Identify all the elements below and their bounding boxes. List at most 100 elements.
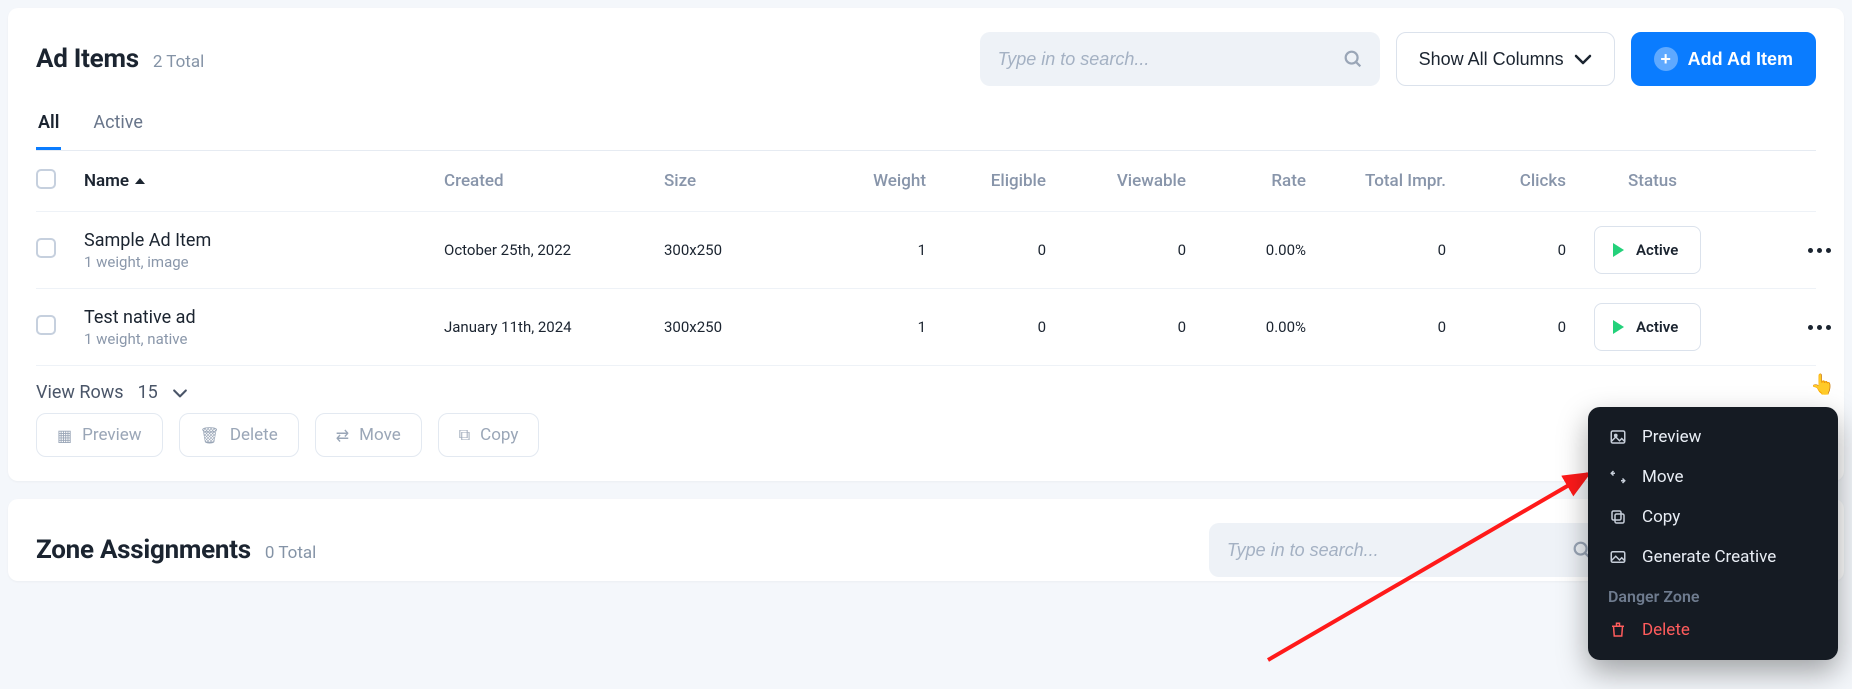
col-status[interactable]: Status: [1584, 171, 1784, 191]
picture-icon: [1608, 548, 1628, 566]
row-actions-button[interactable]: [1784, 325, 1852, 330]
move-icon: [1608, 468, 1628, 486]
status-pill[interactable]: Active: [1594, 226, 1701, 274]
search-input[interactable]: [996, 48, 1342, 71]
col-total-impr[interactable]: Total Impr.: [1324, 171, 1464, 191]
select-all-checkbox[interactable]: [36, 169, 56, 189]
move-icon: ⇄: [336, 426, 349, 445]
zone-title-block: Zone Assignments 0 Total: [36, 535, 316, 565]
row-title[interactable]: Sample Ad Item: [84, 230, 444, 251]
row-context-menu: Preview Move Copy Generate Creative Dang…: [1588, 407, 1838, 660]
col-viewable[interactable]: Viewable: [1064, 171, 1204, 191]
row-eligible: 0: [944, 241, 1064, 259]
col-eligible[interactable]: Eligible: [944, 171, 1064, 191]
row-weight: 1: [824, 318, 944, 336]
ctx-move[interactable]: Move: [1588, 457, 1838, 497]
bulk-delete-button[interactable]: 🗑 Delete: [179, 413, 299, 457]
col-created[interactable]: Created: [444, 171, 664, 191]
play-icon: [1613, 243, 1624, 257]
row-subtitle: 1 weight, native: [84, 330, 444, 348]
bulk-move-label: Move: [359, 425, 401, 445]
status-pill[interactable]: Active: [1594, 303, 1701, 351]
row-created: October 25th, 2022: [444, 241, 664, 259]
bulk-delete-label: Delete: [230, 425, 278, 445]
status-label: Active: [1636, 318, 1678, 336]
ad-items-title: Ad Items: [36, 44, 139, 74]
row-name-cell: Test native ad 1 weight, native: [84, 307, 444, 348]
add-ad-item-button[interactable]: + Add Ad Item: [1631, 32, 1816, 86]
bulk-copy-label: Copy: [480, 425, 518, 445]
row-checkbox[interactable]: [36, 315, 56, 335]
ad-items-header: Ad Items 2 Total Show All Columns + Add …: [36, 32, 1816, 86]
tab-active[interactable]: Active: [91, 112, 145, 150]
ctx-preview[interactable]: Preview: [1588, 417, 1838, 457]
row-total-impr: 0: [1324, 318, 1464, 336]
row-size: 300x250: [664, 318, 824, 336]
ctx-generate-label: Generate Creative: [1642, 547, 1776, 567]
add-ad-item-label: Add Ad Item: [1688, 49, 1793, 70]
row-size: 300x250: [664, 241, 824, 259]
bulk-action-bar: ▦ Preview 🗑 Delete ⇄ Move ⧉ Copy: [36, 413, 1816, 457]
chevron-down-icon: [1574, 53, 1592, 65]
ad-items-controls: Show All Columns + Add Ad Item: [980, 32, 1816, 86]
col-size[interactable]: Size: [664, 171, 824, 191]
row-rate: 0.00%: [1204, 241, 1324, 259]
row-clicks: 0: [1464, 241, 1584, 259]
table-row[interactable]: Test native ad 1 weight, native January …: [36, 289, 1816, 366]
zone-title: Zone Assignments: [36, 535, 251, 565]
col-name[interactable]: Name: [84, 171, 444, 191]
zone-header: Zone Assignments 0 Total Show All Column…: [36, 523, 1816, 577]
ad-items-count: 2 Total: [153, 52, 204, 72]
trash-icon: 🗑: [200, 426, 220, 445]
bulk-preview-label: Preview: [82, 425, 141, 445]
ad-items-table-header: Name Created Size Weight Eligible Viewab…: [36, 151, 1816, 212]
row-total-impr: 0: [1324, 241, 1464, 259]
row-actions-button[interactable]: [1784, 248, 1852, 253]
col-clicks[interactable]: Clicks: [1464, 171, 1584, 191]
row-clicks: 0: [1464, 318, 1584, 336]
show-columns-button[interactable]: Show All Columns: [1396, 32, 1615, 86]
film-icon: ▦: [57, 426, 72, 445]
trash-icon: [1608, 621, 1628, 639]
ad-items-search-box[interactable]: [980, 32, 1380, 86]
zone-assignments-panel: Zone Assignments 0 Total Show All Column…: [8, 499, 1844, 581]
ctx-generate-creative[interactable]: Generate Creative: [1588, 537, 1838, 577]
row-viewable: 0: [1064, 241, 1204, 259]
row-created: January 11th, 2024: [444, 318, 664, 336]
row-rate: 0.00%: [1204, 318, 1324, 336]
row-title[interactable]: Test native ad: [84, 307, 444, 328]
col-weight[interactable]: Weight: [824, 171, 944, 191]
plus-icon: +: [1654, 47, 1678, 71]
view-rows-label: View Rows: [36, 382, 124, 403]
col-rate[interactable]: Rate: [1204, 171, 1324, 191]
copy-icon: ⧉: [459, 425, 470, 445]
bulk-copy-button[interactable]: ⧉ Copy: [438, 413, 540, 457]
table-row[interactable]: Sample Ad Item 1 weight, image October 2…: [36, 212, 1816, 289]
search-icon: [1342, 48, 1364, 70]
ctx-delete[interactable]: Delete: [1588, 610, 1838, 650]
bulk-move-button[interactable]: ⇄ Move: [315, 413, 422, 457]
zone-search-box[interactable]: [1209, 523, 1609, 577]
row-subtitle: 1 weight, image: [84, 253, 444, 271]
status-label: Active: [1636, 241, 1678, 259]
ad-items-panel: Ad Items 2 Total Show All Columns + Add …: [8, 8, 1844, 481]
tab-all[interactable]: All: [36, 112, 61, 150]
search-input[interactable]: [1225, 539, 1571, 562]
ctx-danger-zone-heading: Danger Zone: [1588, 577, 1838, 610]
view-rows[interactable]: View Rows 15: [36, 382, 1816, 403]
col-name-label: Name: [84, 171, 129, 191]
row-checkbox[interactable]: [36, 238, 56, 258]
ctx-delete-label: Delete: [1642, 620, 1690, 640]
image-icon: [1608, 428, 1628, 446]
copy-icon: [1608, 508, 1628, 526]
select-all-cell: [36, 169, 84, 193]
row-weight: 1: [824, 241, 944, 259]
show-columns-label: Show All Columns: [1419, 49, 1564, 70]
bulk-preview-button[interactable]: ▦ Preview: [36, 413, 163, 457]
ctx-move-label: Move: [1642, 467, 1684, 487]
row-eligible: 0: [944, 318, 1064, 336]
row-viewable: 0: [1064, 318, 1204, 336]
ctx-copy-label: Copy: [1642, 507, 1680, 527]
ctx-copy[interactable]: Copy: [1588, 497, 1838, 537]
ad-items-tabs: All Active: [36, 112, 1816, 151]
